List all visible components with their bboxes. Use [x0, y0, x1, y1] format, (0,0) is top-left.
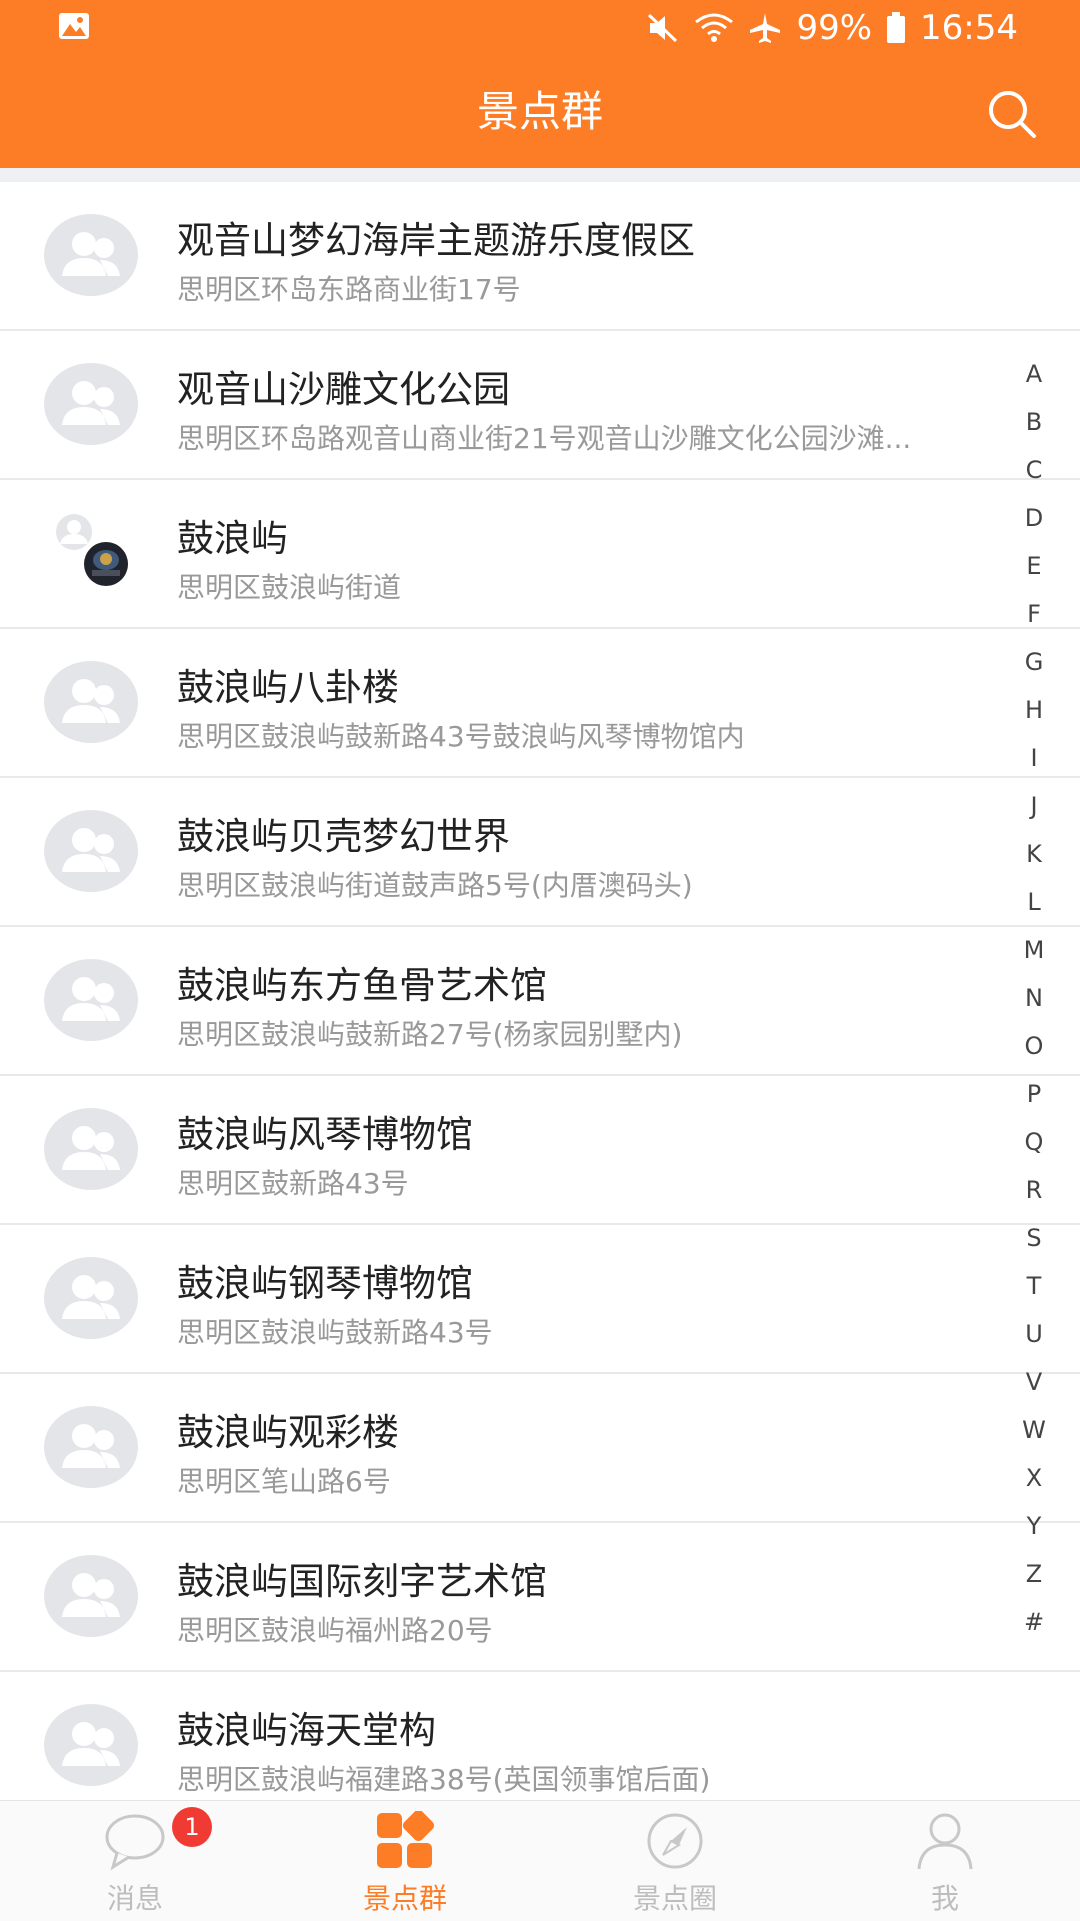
- index-letter[interactable]: G: [1002, 638, 1066, 686]
- list-top-divider: [0, 168, 1080, 182]
- search-icon[interactable]: [984, 86, 1040, 142]
- index-letter[interactable]: F: [1002, 590, 1066, 638]
- person-icon: [917, 1813, 973, 1870]
- mute-icon: [648, 13, 678, 43]
- index-letter[interactable]: #: [1002, 1598, 1066, 1646]
- scenic-group-name: 鼓浪屿海天堂构: [177, 1709, 436, 1752]
- index-letter[interactable]: J: [1002, 782, 1066, 830]
- index-letter[interactable]: B: [1002, 398, 1066, 446]
- scenic-group-name: 鼓浪屿观彩楼: [177, 1411, 399, 1454]
- group-avatar-icon: [44, 1406, 138, 1488]
- list-item[interactable]: 鼓浪屿国际刻字艺术馆 思明区鼓浪屿福州路20号: [0, 1523, 1080, 1672]
- alphabet-index[interactable]: A B C D E F G H I J K L M N O P Q R S T U V W X Y Z #: [1002, 350, 1066, 1646]
- scenic-group-address: 思明区环岛路观音山商业街21号观音山沙雕文化公园沙滩...: [177, 422, 912, 455]
- index-letter[interactable]: X: [1002, 1454, 1066, 1502]
- index-letter[interactable]: V: [1002, 1358, 1066, 1406]
- index-letter[interactable]: O: [1002, 1022, 1066, 1070]
- compass-icon: [647, 1813, 703, 1869]
- tab-scenic-groups[interactable]: 景点群: [270, 1801, 540, 1921]
- page-title: 景点群: [476, 87, 603, 136]
- index-letter[interactable]: M: [1002, 926, 1066, 974]
- scenic-group-address: 思明区环岛东路商业街17号: [177, 273, 521, 306]
- scenic-group-list[interactable]: 观音山梦幻海岸主题游乐度假区 思明区环岛东路商业街17号 观音山沙雕文化公园 思…: [0, 168, 1080, 1800]
- scenic-group-name: 鼓浪屿风琴博物馆: [177, 1113, 473, 1156]
- gallery-icon: [59, 13, 89, 39]
- index-letter[interactable]: Z: [1002, 1550, 1066, 1598]
- grid-icon: [377, 1811, 435, 1868]
- scenic-group-address: 思明区鼓浪屿街道鼓声路5号(内厝澳码头): [177, 869, 693, 902]
- clock: 16:54: [920, 8, 1018, 48]
- index-letter[interactable]: L: [1002, 878, 1066, 926]
- group-avatar-icon: [44, 1108, 138, 1190]
- list-item[interactable]: 鼓浪屿东方鱼骨艺术馆 思明区鼓浪屿鼓新路27号(杨家园别墅内): [0, 927, 1080, 1076]
- wifi-icon: [695, 13, 734, 42]
- battery-percent: 99%: [796, 8, 873, 48]
- tab-label: 消息: [106, 1882, 163, 1915]
- airplane-icon: [750, 13, 781, 43]
- index-letter[interactable]: D: [1002, 494, 1066, 542]
- group-avatar-icon: [44, 810, 138, 892]
- index-letter[interactable]: H: [1002, 686, 1066, 734]
- scenic-group-address: 思明区鼓浪屿鼓新路27号(杨家园别墅内): [177, 1018, 683, 1051]
- index-letter[interactable]: W: [1002, 1406, 1066, 1454]
- status-bar: 99% 16:54: [0, 0, 1080, 56]
- photo-avatar: [56, 514, 128, 586]
- scenic-group-address: 思明区鼓浪屿福州路20号: [177, 1614, 493, 1647]
- list-item[interactable]: 鼓浪屿 思明区鼓浪屿街道: [0, 480, 1080, 629]
- list-item[interactable]: 鼓浪屿风琴博物馆 思明区鼓新路43号: [0, 1076, 1080, 1225]
- battery-icon: [887, 12, 906, 43]
- group-avatar-icon: [44, 363, 138, 445]
- scenic-group-name: 鼓浪屿东方鱼骨艺术馆: [177, 964, 547, 1007]
- scenic-group-address: 思明区笔山路6号: [177, 1465, 391, 1498]
- index-letter[interactable]: P: [1002, 1070, 1066, 1118]
- list-item[interactable]: 鼓浪屿观彩楼 思明区笔山路6号: [0, 1374, 1080, 1523]
- index-letter[interactable]: Y: [1002, 1502, 1066, 1550]
- index-letter[interactable]: U: [1002, 1310, 1066, 1358]
- index-letter[interactable]: S: [1002, 1214, 1066, 1262]
- scenic-group-name: 鼓浪屿国际刻字艺术馆: [177, 1560, 547, 1603]
- index-letter[interactable]: N: [1002, 974, 1066, 1022]
- scenic-group-name: 鼓浪屿钢琴博物馆: [177, 1262, 473, 1305]
- index-letter[interactable]: A: [1002, 350, 1066, 398]
- scenic-group-address: 思明区鼓新路43号: [177, 1167, 409, 1200]
- index-letter[interactable]: I: [1002, 734, 1066, 782]
- group-avatar-icon: [44, 1555, 138, 1637]
- index-letter[interactable]: T: [1002, 1262, 1066, 1310]
- scenic-group-address: 思明区鼓浪屿鼓新路43号鼓浪屿风琴博物馆内: [177, 720, 745, 753]
- group-avatar-icon: [44, 959, 138, 1041]
- scenic-group-name: 观音山梦幻海岸主题游乐度假区: [177, 219, 695, 262]
- bottom-tab-bar: 1 消息 景点群 景点圈 我: [0, 1800, 1080, 1921]
- index-letter[interactable]: E: [1002, 542, 1066, 590]
- group-avatar-icon: [44, 214, 138, 296]
- tab-scenic-circle[interactable]: 景点圈: [540, 1801, 810, 1921]
- group-avatar-icon: [44, 1704, 138, 1786]
- list-item[interactable]: 鼓浪屿八卦楼 思明区鼓浪屿鼓新路43号鼓浪屿风琴博物馆内: [0, 629, 1080, 778]
- index-letter[interactable]: Q: [1002, 1118, 1066, 1166]
- list-item[interactable]: 鼓浪屿海天堂构 思明区鼓浪屿福建路38号(英国领事馆后面): [0, 1672, 1080, 1800]
- unread-badge: 1: [172, 1807, 212, 1847]
- index-letter[interactable]: K: [1002, 830, 1066, 878]
- scenic-group-name: 鼓浪屿贝壳梦幻世界: [177, 815, 510, 858]
- group-avatar-icon: [44, 1257, 138, 1339]
- scenic-group-name: 鼓浪屿八卦楼: [177, 666, 399, 709]
- tab-me[interactable]: 我: [810, 1801, 1080, 1921]
- scenic-group-name: 鼓浪屿: [177, 517, 288, 560]
- index-letter[interactable]: C: [1002, 446, 1066, 494]
- list-item[interactable]: 鼓浪屿贝壳梦幻世界 思明区鼓浪屿街道鼓声路5号(内厝澳码头): [0, 778, 1080, 927]
- scenic-group-address: 思明区鼓浪屿街道: [177, 571, 402, 604]
- list-item[interactable]: 鼓浪屿钢琴博物馆 思明区鼓浪屿鼓新路43号: [0, 1225, 1080, 1374]
- chat-bubble-icon: [105, 1814, 165, 1871]
- tab-label: 景点圈: [632, 1882, 717, 1915]
- tab-label: 我: [930, 1882, 959, 1915]
- list-item[interactable]: 观音山沙雕文化公园 思明区环岛路观音山商业街21号观音山沙雕文化公园沙滩...: [0, 331, 1080, 480]
- group-avatar-icon: [44, 661, 138, 743]
- index-letter[interactable]: R: [1002, 1166, 1066, 1214]
- title-bar: 景点群: [0, 56, 1080, 168]
- scenic-group-address: 思明区鼓浪屿鼓新路43号: [177, 1316, 493, 1349]
- tab-messages[interactable]: 1 消息: [0, 1801, 270, 1921]
- list-item[interactable]: 观音山梦幻海岸主题游乐度假区 思明区环岛东路商业街17号: [0, 182, 1080, 331]
- scenic-group-name: 观音山沙雕文化公园: [177, 368, 510, 411]
- scenic-group-address: 思明区鼓浪屿福建路38号(英国领事馆后面): [177, 1763, 711, 1796]
- tab-label: 景点群: [362, 1882, 447, 1915]
